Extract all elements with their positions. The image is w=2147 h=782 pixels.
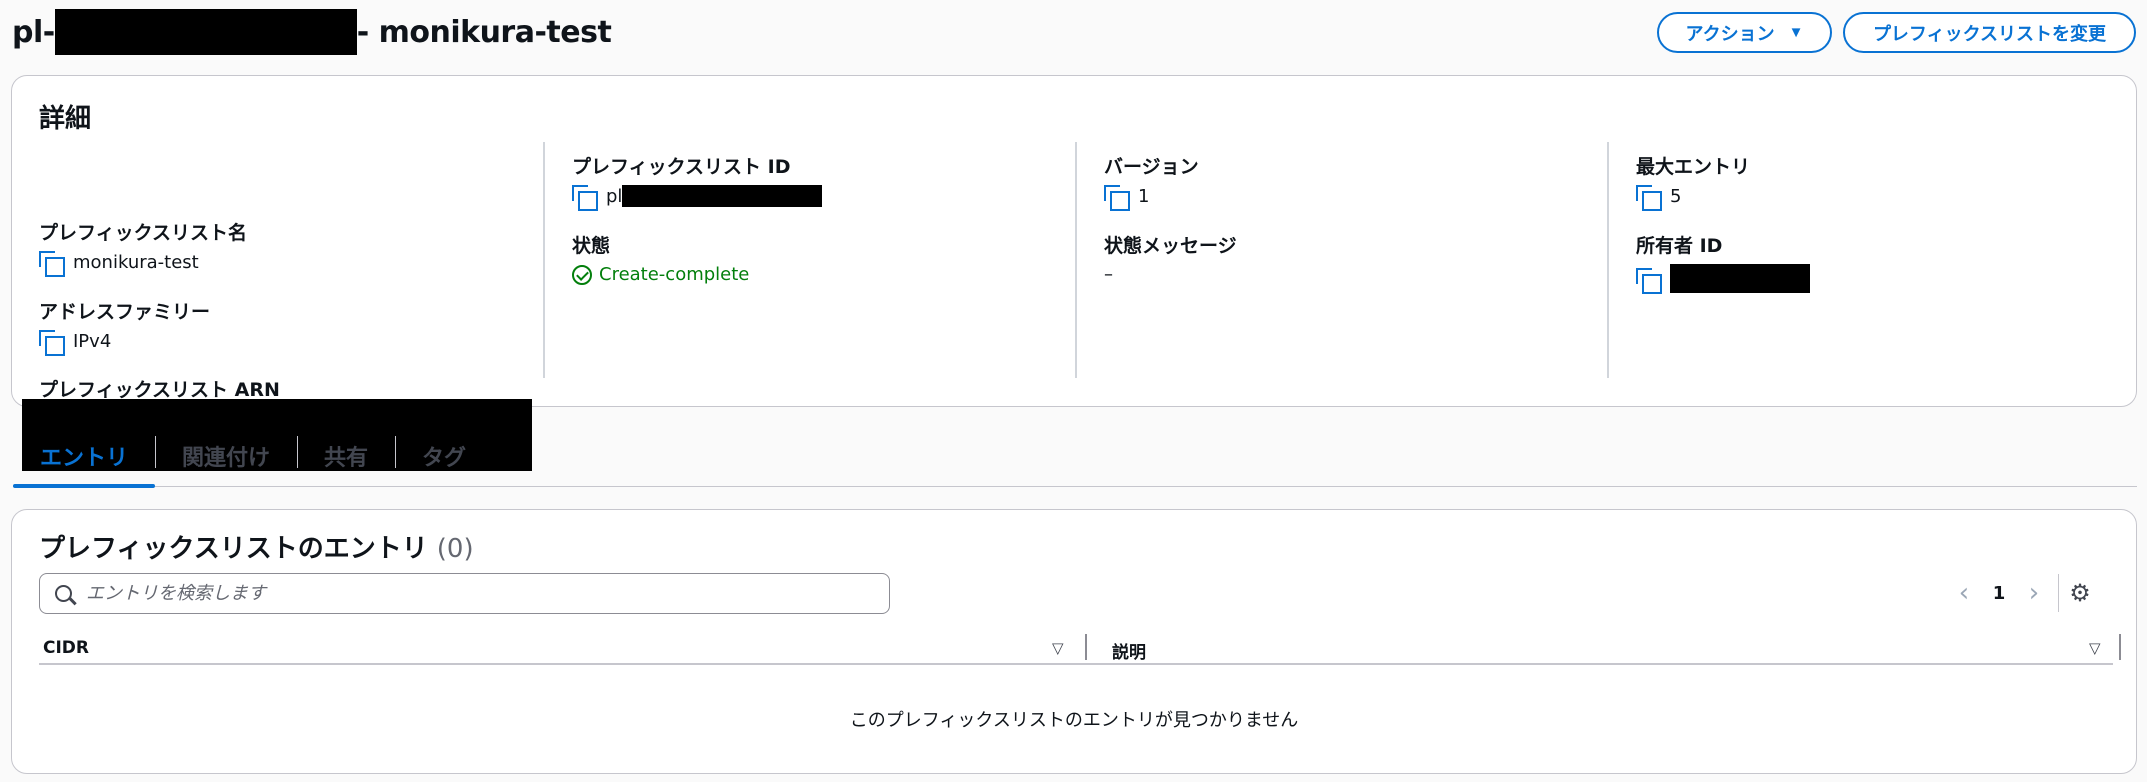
table-header: CIDR ▽ 説明 ▽ [39, 630, 2121, 665]
chevron-right-icon[interactable]: › [2022, 578, 2046, 608]
field-state-message: 状態メッセージ – [1104, 231, 1237, 285]
prefix-list-arn-label: プレフィックスリスト ARN [39, 379, 280, 401]
caret-down-icon: ▼ [1788, 24, 1804, 41]
tab-associations[interactable]: 関連付け [155, 432, 297, 486]
details-column-1: プレフィックスリスト名 monikura-test アドレスファミリー IPv4… [12, 142, 542, 471]
copy-icon[interactable] [1636, 185, 1662, 211]
title-suffix: - monikura-test [356, 14, 612, 50]
field-max-entries: 最大エントリ 5 [1636, 152, 1751, 211]
actions-button[interactable]: アクション ▼ [1657, 12, 1832, 53]
chevron-left-icon[interactable]: ‹ [1952, 578, 1976, 608]
prefix-list-name-label: プレフィックスリスト名 [39, 222, 248, 244]
details-column-3: バージョン 1 状態メッセージ – [1075, 142, 1606, 378]
field-address-family: アドレスファミリー IPv4 [39, 297, 211, 356]
sort-icon[interactable]: ▽ [2089, 639, 2101, 657]
copy-icon[interactable] [39, 330, 65, 356]
version-value: 1 [1138, 185, 1150, 207]
details-panel: 詳細 プレフィックスリスト名 monikura-test アドレスファミリー I… [11, 75, 2137, 471]
empty-state-message: このプレフィックスリストのエントリが見つかりません [849, 710, 1299, 731]
tab-entries[interactable]: エントリ [13, 432, 156, 488]
tab-bar: エントリ 関連付け 共有 タグ [13, 432, 2137, 488]
field-state: 状態 Create-complete [572, 231, 749, 285]
entries-panel: プレフィックスリストのエントリ (0) ‹ 1 › ⚙ CIDR ▽ 説明 ▽ … [11, 509, 2137, 774]
max-entries-value: 5 [1670, 185, 1682, 207]
column-header-description[interactable]: 説明 [1112, 638, 1146, 663]
state-label: 状態 [572, 235, 611, 257]
tab-tags[interactable]: タグ [395, 432, 493, 486]
entries-count: (0) [436, 534, 474, 564]
max-entries-label: 最大エントリ [1636, 156, 1751, 178]
details-column-2: プレフィックスリスト ID pl 状態 Create-complete [543, 142, 1074, 378]
copy-icon[interactable] [572, 185, 598, 211]
copy-icon[interactable] [39, 251, 65, 277]
entries-heading: プレフィックスリストのエントリ (0) [39, 528, 474, 565]
redacted-id [622, 185, 823, 207]
check-circle-icon [572, 264, 592, 285]
field-prefix-list-arn: プレフィックスリスト ARN [39, 375, 280, 402]
prefix-list-id-value: pl [606, 185, 623, 207]
address-family-label: アドレスファミリー [39, 301, 211, 323]
field-prefix-list-name: プレフィックスリスト名 monikura-test [39, 218, 248, 277]
column-resizer[interactable] [1085, 634, 1087, 660]
redacted-id [54, 9, 357, 55]
details-heading: 詳細 [39, 104, 92, 134]
state-message-value: – [1104, 264, 1113, 285]
owner-id-label: 所有者 ID [1636, 235, 1723, 257]
field-owner-id: 所有者 ID [1636, 231, 1810, 294]
search-input[interactable] [86, 583, 846, 604]
field-prefix-list-id: プレフィックスリスト ID pl [572, 152, 823, 211]
actions-button-label: アクション [1685, 23, 1775, 44]
title-prefix: pl- [12, 14, 55, 50]
details-column-4: 最大エントリ 5 所有者 ID [1607, 142, 2137, 378]
redacted-owner-id [1670, 264, 1810, 293]
modify-prefix-list-button[interactable]: プレフィックスリストを変更 [1843, 12, 2136, 53]
version-label: バージョン [1104, 156, 1199, 178]
sort-icon[interactable]: ▽ [1052, 639, 1064, 657]
tab-sharing[interactable]: 共有 [297, 432, 395, 486]
column-resizer[interactable] [2119, 634, 2121, 660]
state-message-label: 状態メッセージ [1104, 235, 1237, 257]
prefix-list-name-value: monikura-test [73, 251, 199, 273]
search-box[interactable] [39, 573, 890, 614]
copy-icon[interactable] [1636, 267, 1662, 294]
page-number[interactable]: 1 [1976, 583, 2022, 604]
page-title: pl- - monikura-test [12, 9, 612, 55]
gear-icon[interactable]: ⚙ [2059, 579, 2101, 607]
page-header: pl- - monikura-test [12, 8, 612, 56]
field-version: バージョン 1 [1104, 152, 1199, 211]
prefix-list-id-label: プレフィックスリスト ID [572, 156, 791, 178]
search-icon [55, 585, 72, 602]
entries-heading-text: プレフィックスリストのエントリ [39, 534, 428, 564]
pagination: ‹ 1 › ⚙ [1952, 573, 2101, 613]
column-header-cidr[interactable]: CIDR [43, 638, 89, 658]
copy-icon[interactable] [1104, 185, 1130, 211]
state-value: Create-complete [599, 264, 750, 285]
address-family-value: IPv4 [73, 330, 112, 352]
